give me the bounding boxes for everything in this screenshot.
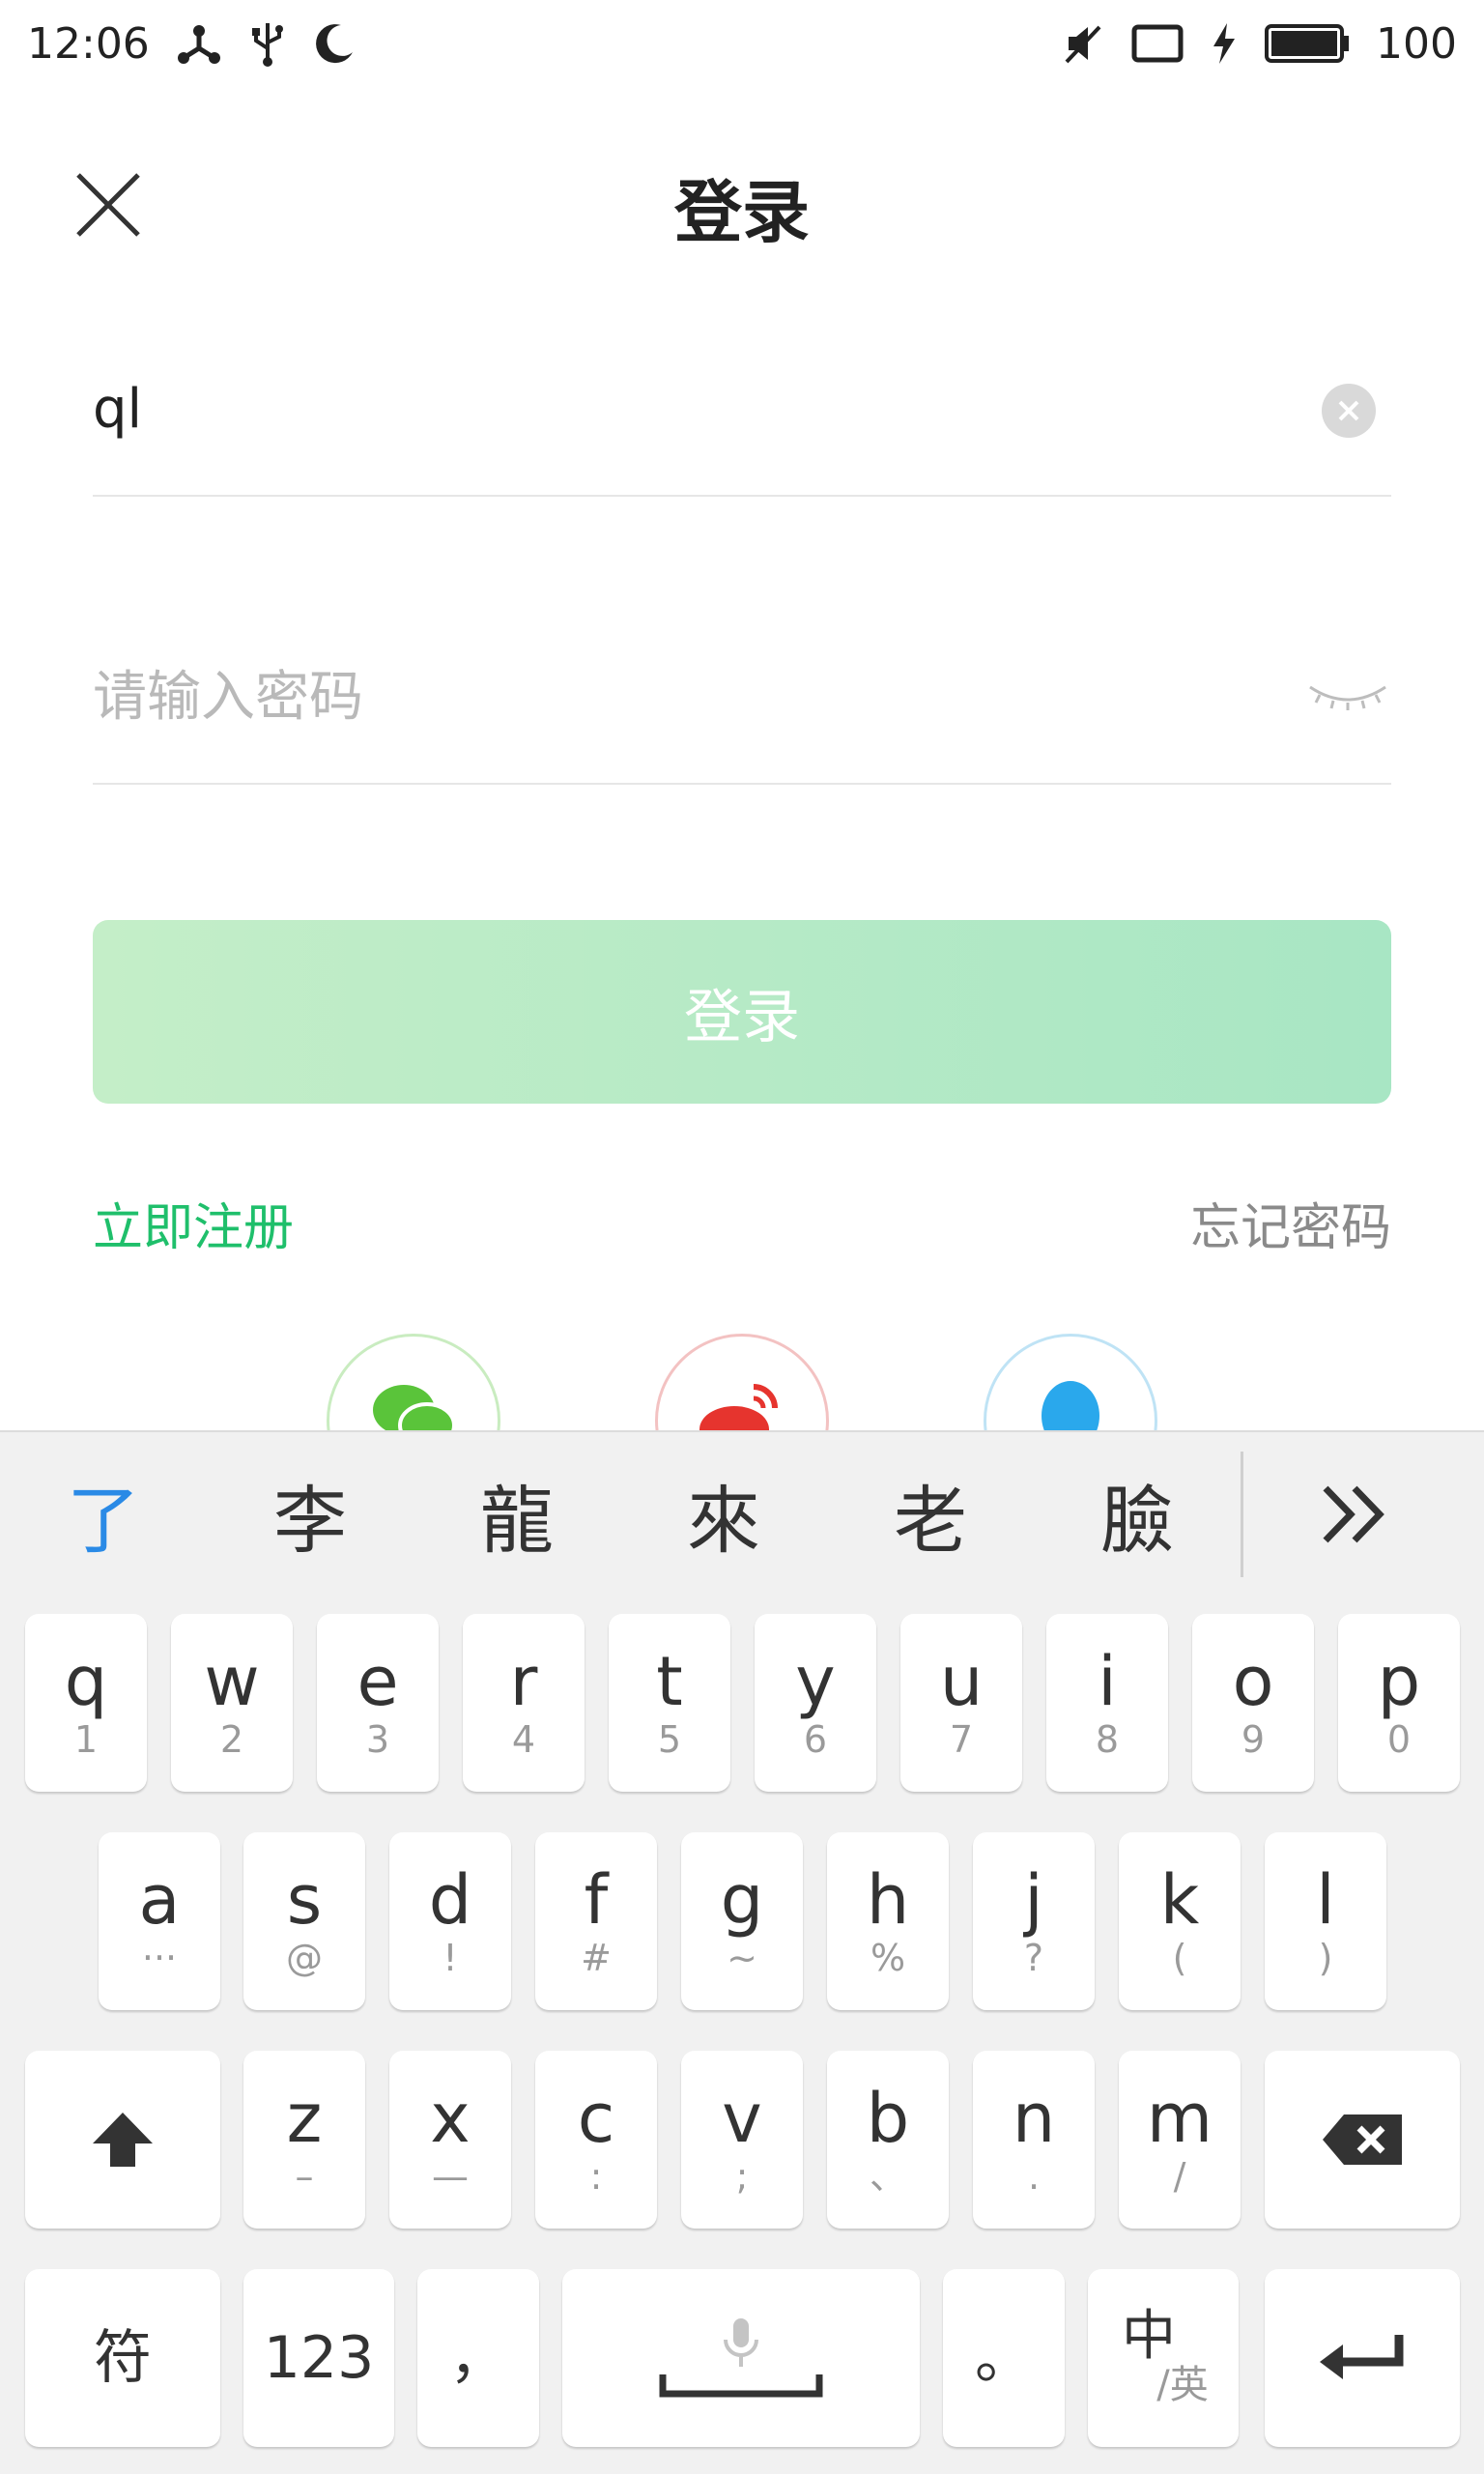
key-x[interactable]: x — [389,2051,511,2229]
key-p[interactable]: p0 [1338,1614,1460,1792]
candidate-item[interactable]: 了 [0,1461,207,1568]
more-candidates-button[interactable] [1243,1481,1466,1548]
social-login-row [0,1334,1484,1430]
backspace-key[interactable] [1265,2051,1460,2229]
candidate-item[interactable]: 李 [207,1461,414,1568]
battery-icon [1264,21,1351,66]
eye-closed-icon [1309,685,1386,710]
key-u[interactable]: u7 [900,1614,1022,1792]
page-title: 登录 [674,173,810,252]
key-i[interactable]: i8 [1046,1614,1168,1792]
status-bar: 12:06 100 [0,0,1484,87]
weibo-login-button[interactable] [655,1334,829,1430]
key-n[interactable]: n. [973,2051,1095,2229]
language-switch-key[interactable]: 中 /英 [1088,2269,1239,2447]
candidate-item[interactable]: 龍 [414,1461,620,1568]
microphone-icon [724,2318,758,2367]
key-v[interactable]: v; [681,2051,803,2229]
key-m[interactable]: m / [1119,2051,1241,2229]
register-link[interactable]: 立即注册 [93,1187,294,1259]
moon-icon [312,21,357,66]
key-q[interactable]: q1 [25,1614,147,1792]
weibo-icon [699,1384,778,1430]
enter-icon [1320,2335,1404,2379]
qq-icon [1042,1381,1099,1430]
numbers-key[interactable]: 123 [243,2269,394,2447]
shift-key[interactable] [25,2051,220,2229]
comma-key[interactable]: ， [417,2269,539,2447]
key-t[interactable]: t5 [609,1614,730,1792]
double-chevron-right-icon [1323,1485,1384,1543]
period-key[interactable]: 。 [943,2269,1065,2447]
candidate-bar: 了 李 龍 來 老 臉 [0,1432,1484,1597]
key-l[interactable]: l) [1265,1832,1386,2010]
wechat-login-button[interactable] [327,1334,500,1430]
toggle-password-visibility-button[interactable] [1304,670,1391,728]
key-y[interactable]: y6 [755,1614,876,1792]
symbols-key[interactable]: 符 [25,2269,220,2447]
key-d[interactable]: d! [389,1832,511,2010]
key-f[interactable]: f # [535,1832,657,2010]
forgot-password-link[interactable]: 忘记密码 [1190,1187,1391,1259]
wechat-icon [373,1385,456,1430]
usb-icon [248,19,287,68]
screen-rotate-icon [1130,21,1184,66]
space-key[interactable] [562,2269,920,2447]
key-k[interactable]: k( [1119,1832,1241,2010]
key-z[interactable]: z – [243,2051,365,2229]
backspace-icon [1323,2114,1402,2165]
key-s[interactable]: s @ [243,1832,365,2010]
enter-key[interactable] [1265,2269,1460,2447]
space-bar-icon [659,2374,823,2398]
account-input[interactable] [93,336,1233,481]
password-input[interactable] [93,624,1233,769]
password-field [93,615,1391,785]
status-time: 12:06 [27,18,150,69]
network-share-icon [175,19,223,68]
key-e[interactable]: e3 [317,1614,439,1792]
key-o[interactable]: o9 [1192,1614,1314,1792]
account-field [93,327,1391,497]
charging-icon [1210,21,1239,66]
key-a[interactable]: a ··· [99,1832,220,2010]
candidate-item[interactable]: 來 [620,1461,827,1568]
qq-login-button[interactable] [984,1334,1157,1430]
shift-arrow-icon [93,2113,153,2167]
soft-keyboard: 了 李 龍 來 老 臉 q1 w2 e3 r4 t5 y6 u7 i8 o9 p… [0,1430,1484,2474]
header: 登录 [0,116,1484,271]
key-h[interactable]: h% [827,1832,949,2010]
battery-level: 100 [1376,18,1457,69]
key-r[interactable]: r4 [463,1614,585,1792]
link-row: 立即注册 忘记密码 [93,1184,1391,1261]
clear-icon [1338,400,1359,421]
candidate-item[interactable]: 老 [827,1461,1034,1568]
key-b[interactable]: b、 [827,2051,949,2229]
key-g[interactable]: g ~ [681,1832,803,2010]
login-button[interactable]: 登录 [93,920,1391,1104]
mute-icon [1061,21,1105,66]
clear-input-button[interactable] [1322,384,1376,438]
candidate-item[interactable]: 臉 [1034,1461,1241,1568]
key-j[interactable]: j? [973,1832,1095,2010]
key-c[interactable]: c: [535,2051,657,2229]
key-w[interactable]: w2 [171,1614,293,1792]
